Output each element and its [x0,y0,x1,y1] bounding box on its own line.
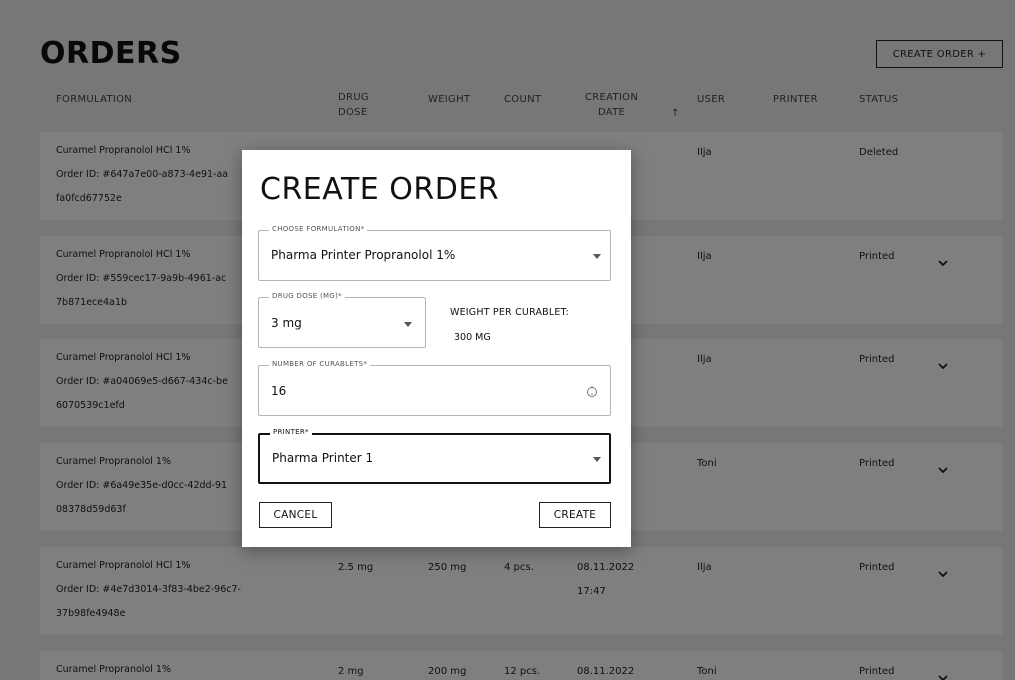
chevron-down-icon [404,322,412,327]
chevron-down-icon [593,457,601,462]
formulation-value: Pharma Printer Propranolol 1% [271,248,456,262]
create-order-modal: CREATE ORDER CHOOSE FORMULATION* Pharma … [242,150,631,547]
drug-dose-label: DRUG DOSE (MG)* [269,292,345,300]
stepper-icon[interactable]: ⌃ ⌄ [587,387,597,397]
weight-per-curablet-label: WEIGHT PER CURABLET: [450,307,569,318]
formulation-select[interactable]: CHOOSE FORMULATION* Pharma Printer Propr… [258,225,611,281]
curablet-count-input[interactable]: NUMBER OF CURABLETS* 16 ⌃ ⌄ [258,360,611,416]
curablet-count-label: NUMBER OF CURABLETS* [269,360,371,368]
create-button[interactable]: CREATE [539,502,611,528]
drug-dose-value: 3 mg [271,316,302,330]
curablet-count-value: 16 [271,384,287,398]
drug-dose-select[interactable]: DRUG DOSE (MG)* 3 mg [258,292,426,348]
printer-value: Pharma Printer 1 [272,451,374,465]
printer-select[interactable]: PRINTER* Pharma Printer 1 [258,428,611,484]
cancel-button[interactable]: CANCEL [259,502,332,528]
modal-title: CREATE ORDER [260,172,500,207]
printer-label: PRINTER* [270,428,312,436]
formulation-label: CHOOSE FORMULATION* [269,225,368,233]
chevron-down-icon [593,254,601,259]
weight-per-curablet-value: 300 MG [454,332,491,343]
